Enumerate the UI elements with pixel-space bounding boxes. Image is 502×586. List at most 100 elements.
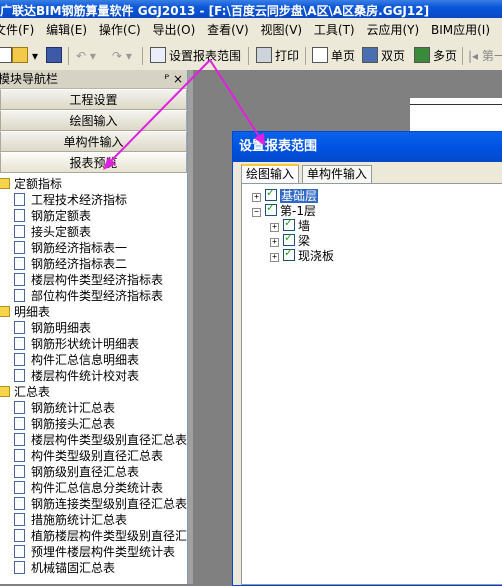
dialog-title: 设置报表范围 (233, 132, 502, 162)
tree-item[interactable]: 楼层构件类型级别直径汇总表 (0, 432, 187, 448)
printer-icon (256, 47, 272, 63)
splitter[interactable] (188, 70, 193, 584)
first-page-button[interactable]: |◂ 第一 (468, 46, 502, 66)
menu-bim[interactable]: BIM应用(I) (431, 18, 490, 42)
document-icon (14, 193, 25, 206)
multi-page-icon (414, 47, 430, 63)
toolbar-separator (248, 47, 249, 65)
nav-header: 模块导航栏 ᴾ × (0, 70, 187, 89)
tree-item-label: 钢筋统计汇总表 (31, 401, 115, 415)
node-label: 现浇板 (298, 249, 334, 263)
tree-item-label: 楼层构件统计校对表 (31, 369, 139, 383)
menu-cloud[interactable]: 云应用(Y) (366, 18, 419, 42)
tree-item-label: 钢筋定额表 (31, 209, 91, 223)
first-page-icon: |◂ (468, 49, 482, 63)
tab-single-component-input[interactable]: 单构件输入 (302, 165, 372, 183)
tree-item[interactable]: 预埋件楼层构件类型统计表 (0, 544, 187, 560)
tree-group-summary-tables[interactable]: 汇总表 (0, 384, 187, 400)
tree-item-label: 钢筋经济指标表二 (31, 257, 127, 271)
redo-icon[interactable]: ↷ ▾ (112, 46, 132, 66)
tree-node-foundation-floor[interactable]: + 基础层 (252, 189, 318, 203)
menu-file[interactable]: 文件(F) (0, 18, 34, 42)
tree-item-label: 楼层构件类型级别直径汇总表 (31, 433, 187, 447)
document-icon (14, 353, 25, 366)
menu-operate[interactable]: 操作(C) (99, 18, 141, 42)
document-icon (14, 513, 25, 526)
toolbar-separator (142, 47, 143, 65)
toolbar-separator (68, 47, 69, 65)
document-icon (14, 209, 25, 222)
multi-page-button[interactable]: 多页 (414, 46, 457, 66)
expand-icon[interactable]: + (270, 238, 279, 247)
pin-icon[interactable]: ᴾ (164, 70, 169, 88)
tree-item[interactable]: 机械锚固汇总表 (0, 560, 187, 576)
checkbox[interactable] (265, 204, 277, 216)
set-report-range-button[interactable]: 设置报表范围 (150, 46, 241, 66)
expand-icon[interactable]: + (270, 253, 279, 262)
module-single-component-input[interactable]: 单构件输入 (0, 131, 187, 152)
single-page-label: 单页 (331, 49, 355, 63)
tree-item[interactable]: 钢筋形状统计明细表 (0, 336, 187, 352)
document-icon (14, 321, 25, 334)
module-drawing-input[interactable]: 绘图输入 (0, 110, 187, 131)
tree-item[interactable]: 钢筋经济指标表二 (0, 256, 187, 272)
tree-item[interactable]: 钢筋统计汇总表 (0, 400, 187, 416)
print-button[interactable]: 打印 (256, 46, 299, 66)
tree-item[interactable]: 楼层构件统计校对表 (0, 368, 187, 384)
tab-drawing-input[interactable]: 绘图输入 (241, 164, 299, 184)
open-folder-icon[interactable] (12, 46, 31, 66)
tree-item[interactable]: 楼层构件类型经济指标表 (0, 272, 187, 288)
toolbar-separator (305, 47, 306, 65)
tree-item[interactable]: 钢筋连接类型级别直径汇总表 (0, 496, 187, 512)
tree-group-detail-tables[interactable]: 明细表 (0, 304, 187, 320)
document-icon (14, 273, 25, 286)
save-icon[interactable] (46, 46, 65, 66)
tree-item[interactable]: 钢筋明细表 (0, 320, 187, 336)
expand-icon[interactable]: + (270, 223, 279, 232)
tree-item[interactable]: 接头定额表 (0, 224, 187, 240)
page-rule (410, 104, 502, 105)
menu-tools[interactable]: 工具(T) (314, 18, 355, 42)
tree-item[interactable]: 钢筋接头汇总表 (0, 416, 187, 432)
double-page-icon (362, 47, 378, 63)
tree-item[interactable]: 构件类型级别直径汇总表 (0, 448, 187, 464)
tree-item-label: 构件类型级别直径汇总表 (31, 449, 163, 463)
menu-viewport[interactable]: 视图(V) (261, 18, 303, 42)
tree-item[interactable]: 钢筋经济指标表一 (0, 240, 187, 256)
tree-item[interactable]: 钢筋级别直径汇总表 (0, 464, 187, 480)
folder-icon (0, 386, 10, 397)
tree-group-quota-indicators[interactable]: 定额指标 (0, 176, 187, 192)
menu-view[interactable]: 查看(V) (207, 18, 249, 42)
document-icon (14, 289, 25, 302)
dropdown-arrow-icon[interactable]: ▾ (32, 46, 38, 66)
checkbox[interactable] (265, 189, 277, 201)
menu-edit[interactable]: 编辑(E) (46, 18, 87, 42)
tree-item[interactable]: 钢筋定额表 (0, 208, 187, 224)
double-page-label: 双页 (381, 49, 405, 63)
undo-icon[interactable]: ↶ ▾ (76, 46, 96, 66)
tree-item[interactable]: 构件汇总信息明细表 (0, 352, 187, 368)
tree-node-cast-slab[interactable]: + 现浇板 (270, 249, 334, 263)
tree-item[interactable]: 工程技术经济指标 (0, 192, 187, 208)
tree-item-label: 钢筋明细表 (31, 321, 91, 335)
tree-item[interactable]: 植筋楼层构件类型级别直径汇 (0, 528, 187, 544)
document-icon (14, 561, 25, 574)
menu-export[interactable]: 导出(O) (152, 18, 195, 42)
double-page-button[interactable]: 双页 (362, 46, 405, 66)
tree-item[interactable]: 部位构件类型经济指标表 (0, 288, 187, 304)
document-icon (14, 545, 25, 558)
single-page-button[interactable]: 单页 (312, 46, 355, 66)
node-label: 基础层 (280, 189, 318, 203)
expand-icon[interactable]: + (252, 193, 261, 202)
checkbox[interactable] (283, 249, 295, 261)
module-project-settings[interactable]: 工程设置 (0, 89, 187, 110)
checkbox[interactable] (283, 234, 295, 246)
checkbox[interactable] (283, 219, 295, 231)
tree-item[interactable]: 措施筋统计汇总表 (0, 512, 187, 528)
close-icon[interactable]: × (173, 70, 183, 88)
document-icon (14, 241, 25, 254)
module-report-preview[interactable]: 报表预览 (0, 152, 187, 173)
set-report-range-dialog: 设置报表范围 绘图输入 单构件输入 +基础层 −第-1层 +墙 +梁 +现浇板 (232, 131, 502, 586)
tree-item[interactable]: 构件汇总信息分类统计表 (0, 480, 187, 496)
collapse-icon[interactable]: − (252, 208, 261, 217)
